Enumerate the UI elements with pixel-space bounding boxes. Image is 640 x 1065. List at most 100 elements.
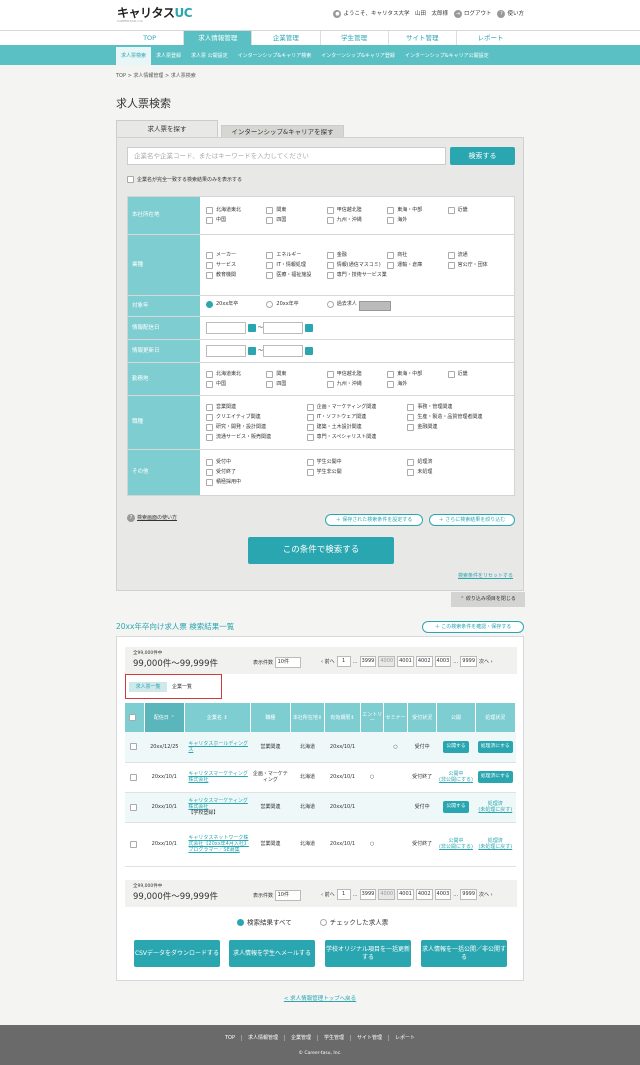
unpublish-link[interactable]: (非公開にする) <box>439 844 473 850</box>
checkbox-icon[interactable] <box>447 251 455 259</box>
kinmu-option[interactable]: 中国 <box>206 380 266 388</box>
honsha-option[interactable]: 九州・沖縄 <box>326 217 387 224</box>
checkbox-icon[interactable] <box>326 207 334 214</box>
shokushu-option[interactable]: クリエイティブ関連 <box>206 414 307 421</box>
col-date[interactable]: 配信日 ⌃ <box>144 703 185 732</box>
radio-all-results[interactable]: 検索結果すべて <box>237 919 292 927</box>
snav-job-register[interactable]: 求人票登録 <box>151 47 186 65</box>
checkbox-icon[interactable] <box>447 261 455 269</box>
checkbox-icon[interactable] <box>206 424 213 431</box>
calendar-icon[interactable] <box>248 324 256 332</box>
checkbox-icon[interactable] <box>306 414 314 421</box>
submit-search-button[interactable]: この条件で検索する <box>248 537 394 564</box>
calendar-icon[interactable] <box>305 347 314 355</box>
company-link[interactable]: キャリタスマーケティング株式会社 <box>188 771 247 783</box>
honsha-option[interactable]: 北海道東北 <box>206 207 266 214</box>
mark-processed-button[interactable]: 処理済にする <box>477 740 513 753</box>
sonota-option[interactable]: 積極採用中 <box>206 479 307 486</box>
narrow-more-button[interactable]: ＋ さらに検索結果を絞り込む <box>429 514 515 526</box>
honsha-option[interactable]: 近畿 <box>447 207 508 214</box>
page-4002[interactable]: 4002 <box>415 889 433 900</box>
checkbox-icon[interactable] <box>326 271 334 279</box>
checkbox-icon[interactable] <box>387 380 395 388</box>
snav-intern-register[interactable]: インターンシップ&キャリア登録 <box>316 47 400 65</box>
past-year-select[interactable] <box>358 301 391 311</box>
help-guide-link[interactable]: ? 検索画面の使い方 <box>127 514 177 522</box>
page-4001[interactable]: 4001 <box>397 656 414 667</box>
checkbox-icon[interactable] <box>206 479 213 486</box>
row-checkbox[interactable] <box>129 743 137 751</box>
checkbox-icon[interactable] <box>407 424 415 431</box>
col-pref[interactable]: 本社所在地⇕ <box>290 703 325 732</box>
radio-year-1[interactable]: 20xx年卒 <box>206 301 266 311</box>
row-checkbox[interactable] <box>129 803 137 811</box>
checkbox-icon[interactable] <box>206 380 213 388</box>
kinmu-option[interactable]: 九州・沖縄 <box>326 380 387 388</box>
radio-icon[interactable] <box>326 301 334 308</box>
shokushu-option[interactable]: 事務・管理関連 <box>407 404 508 411</box>
checkbox-icon[interactable] <box>326 261 334 269</box>
shokushu-option[interactable]: 企画・マーケティング関連 <box>306 404 408 411</box>
radio-icon[interactable] <box>206 301 213 308</box>
radio-icon[interactable] <box>319 919 327 926</box>
checkbox-icon[interactable] <box>266 261 274 269</box>
honsha-option[interactable]: 甲信越北陸 <box>326 207 387 214</box>
bulk-update-button[interactable]: 学校オリジナル項目を一括更新する <box>325 940 411 967</box>
checkbox-icon[interactable] <box>326 370 334 378</box>
sonota-option[interactable]: 未処理 <box>407 469 508 476</box>
snav-job-publish[interactable]: 求人票 公開設定 <box>186 47 233 65</box>
checkbox-icon[interactable] <box>206 271 213 279</box>
checkbox-icon[interactable] <box>266 380 274 388</box>
exact-match-checkbox[interactable]: 企業名が完全一致する検索結果のみを表示する <box>127 176 242 183</box>
tab-job-search[interactable]: 求人票を探す <box>116 120 218 137</box>
back-to-top-link[interactable]: < 求人情報管理トップへ戻る <box>0 996 640 1003</box>
publish-button[interactable]: 公開する <box>443 801 469 813</box>
checkbox-icon[interactable] <box>206 469 213 476</box>
gnav-company[interactable]: 企業管理 <box>251 31 319 45</box>
prev-link[interactable]: ‹ 前へ <box>321 892 335 898</box>
col-company[interactable]: 企業名 ⇕ <box>184 703 251 732</box>
footer-link[interactable]: TOP <box>219 1035 241 1041</box>
checkbox-icon[interactable] <box>127 176 134 183</box>
page-4003[interactable]: 4003 <box>434 889 452 900</box>
tab-company-list[interactable]: 企業一覧 <box>172 682 192 692</box>
footer-link[interactable]: レポート <box>388 1035 421 1041</box>
checkbox-icon[interactable] <box>266 217 274 224</box>
honsha-option[interactable]: 四国 <box>266 217 326 224</box>
gyoshu-option[interactable]: IT・情報処理 <box>266 261 326 269</box>
csv-download-button[interactable]: CSVデータをダウンロードする <box>134 940 220 967</box>
checkbox-icon[interactable] <box>206 370 213 378</box>
keyword-input[interactable]: 企業名や企業コード、またはキーワードを入力してください <box>127 147 446 165</box>
checkbox-icon[interactable] <box>326 251 334 259</box>
row-checkbox[interactable] <box>129 773 137 781</box>
checkbox-icon[interactable] <box>326 380 334 388</box>
date-to-input[interactable] <box>263 322 304 334</box>
sonota-option[interactable]: 学生公開中 <box>306 459 408 466</box>
revert-link[interactable]: (未処理に戻す) <box>478 844 512 850</box>
shokushu-option[interactable]: 生産・製造・品質管理者関連 <box>407 414 508 421</box>
per-page-select[interactable]: 10件 <box>274 890 301 901</box>
next-link[interactable]: 次へ › <box>479 892 493 898</box>
keyword-search-button[interactable]: 検索する <box>450 147 515 165</box>
saved-conditions-button[interactable]: ＋ 保存された検索条件を設定する <box>325 514 423 526</box>
checkbox-icon[interactable] <box>206 434 213 441</box>
page-3999[interactable]: 3999 <box>359 889 377 900</box>
gnav-site[interactable]: サイト管理 <box>387 31 456 45</box>
logout-link[interactable]: ⇥ ログアウト <box>453 10 491 18</box>
kinmu-option[interactable]: 北海道東北 <box>206 370 266 378</box>
gyoshu-option[interactable]: 金融 <box>326 251 387 259</box>
radio-checked-only[interactable]: チェックした求人票 <box>319 919 388 927</box>
checkbox-icon[interactable] <box>387 251 395 259</box>
gyoshu-option[interactable]: 専門・技術サービス業 <box>326 271 387 279</box>
kinmu-option[interactable]: 関東 <box>266 370 326 378</box>
checkbox-icon[interactable] <box>206 261 213 269</box>
kinmu-option[interactable]: 東海・中部 <box>387 370 447 378</box>
checkbox-icon[interactable] <box>306 469 314 476</box>
gnav-report[interactable]: レポート <box>455 31 524 45</box>
shokushu-option[interactable]: 金融関連 <box>407 424 508 431</box>
per-page-select[interactable]: 10件 <box>274 657 301 668</box>
date-to-input[interactable] <box>263 345 304 357</box>
honsha-option[interactable]: 中国 <box>206 217 266 224</box>
gyoshu-option[interactable]: サービス <box>206 261 266 269</box>
bulk-publish-button[interactable]: 求人情報を一括公開／非公開する <box>421 940 507 967</box>
